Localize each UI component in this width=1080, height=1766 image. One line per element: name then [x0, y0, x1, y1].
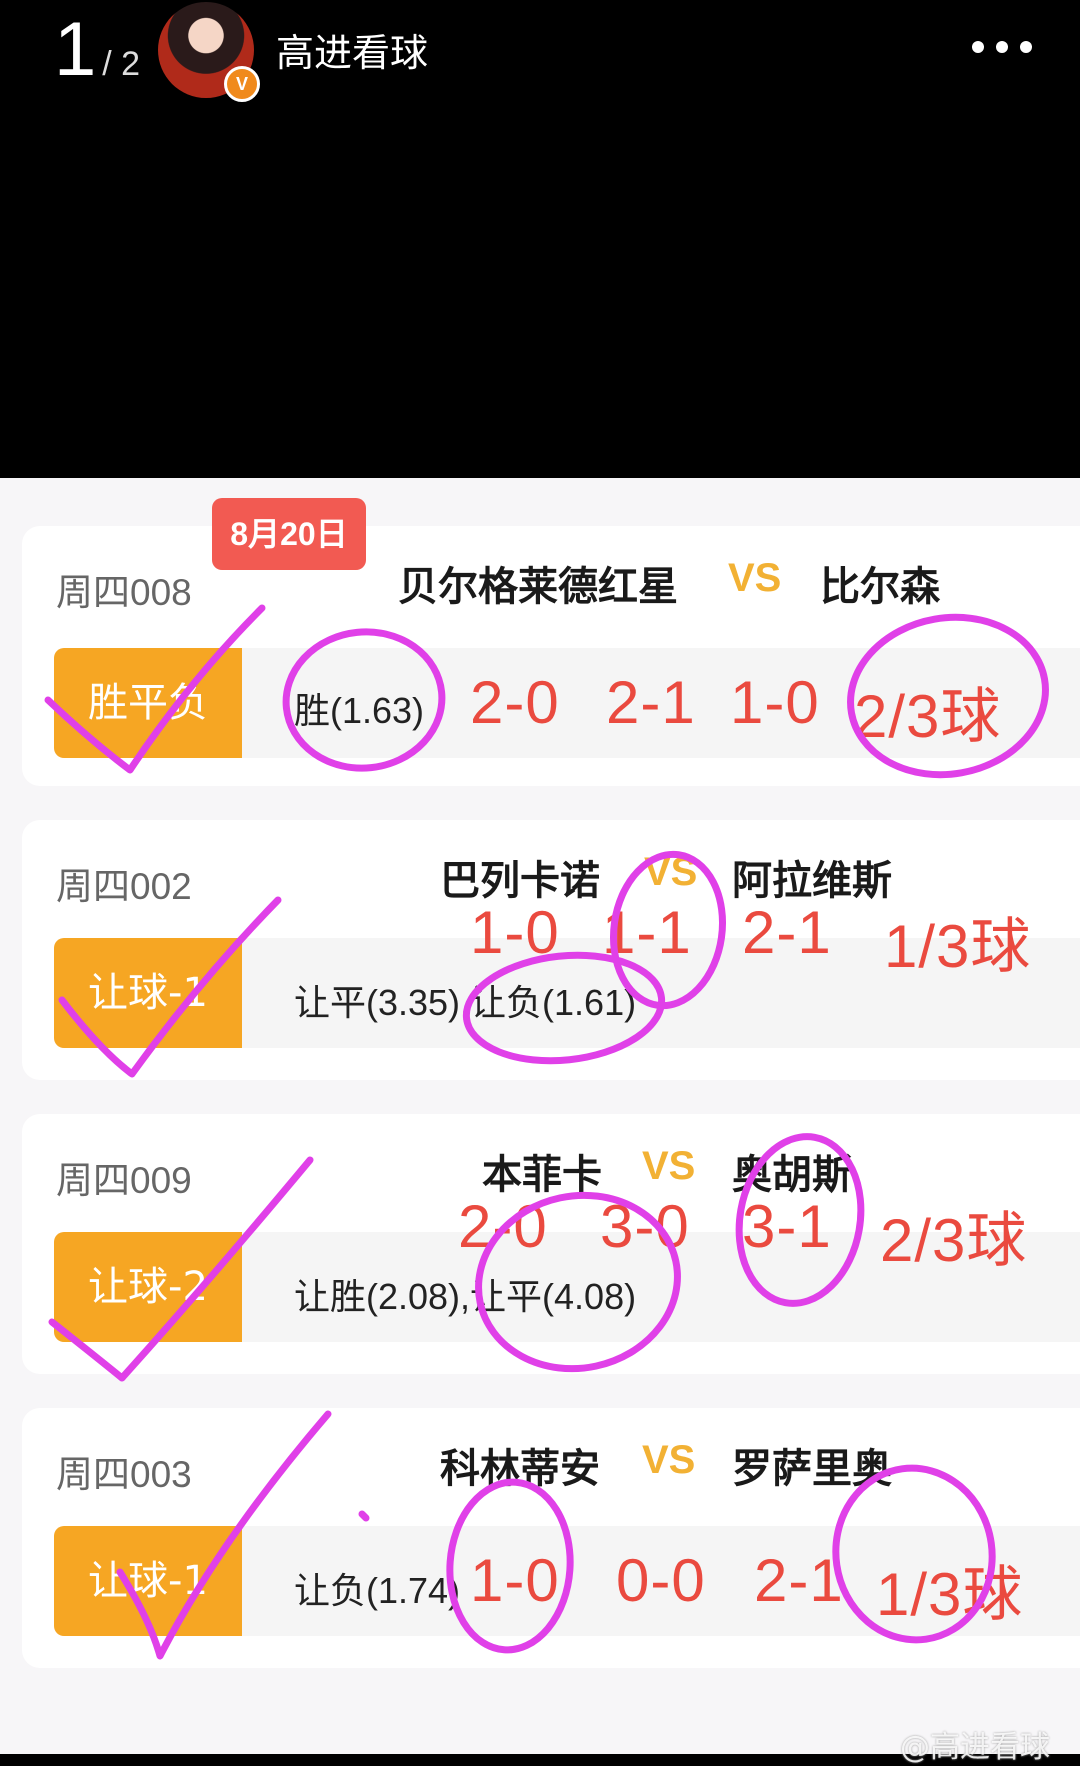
page-counter: 1/ 2: [54, 6, 140, 93]
score-prediction: 1-0: [470, 1547, 560, 1614]
goals-prediction: 2/3球: [854, 683, 1002, 750]
bet-selection: 胜(1.63): [294, 690, 425, 731]
score-prediction: 2-1: [606, 669, 696, 736]
verified-badge-icon: V: [224, 66, 260, 102]
bet-bar: 胜(1.63) 2-0 2-1 1-0 2/3球: [242, 648, 1080, 758]
score-prediction: 1-1: [602, 899, 692, 966]
match-code: 周四008: [56, 572, 192, 613]
match-card: 周四009 本菲卡 VS 奥胡斯 让球-2 让胜(2.08),让平(4.08) …: [22, 1114, 1080, 1374]
total-pages: / 2: [102, 45, 141, 83]
bet-selection: 让平(3.35),让负(1.61): [294, 982, 637, 1023]
vs-label: VS: [642, 1144, 696, 1188]
viewer-top-bar: 1/ 2 V 高进看球: [0, 0, 1080, 480]
username[interactable]: 高进看球: [276, 22, 428, 77]
vs-label: VS: [642, 1438, 696, 1482]
play-type-badge: 让球-1: [54, 938, 242, 1048]
score-prediction: 2-1: [742, 899, 832, 966]
match-code: 周四002: [56, 866, 192, 907]
score-prediction: 2-1: [754, 1547, 844, 1614]
play-type-badge: 胜平负: [54, 648, 242, 758]
match-code: 周四009: [56, 1160, 192, 1201]
match-card: 周四003 科林蒂安 VS 罗萨里奥 让球-1 让负(1.74) 1-0 0-0…: [22, 1408, 1080, 1668]
score-prediction: 2-0: [470, 669, 560, 736]
play-type-badge: 让球-1: [54, 1526, 242, 1636]
away-team: 比尔森: [820, 564, 940, 610]
bet-selection: 让胜(2.08),让平(4.08): [294, 1276, 637, 1317]
goals-prediction: 2/3球: [880, 1207, 1028, 1274]
home-team: 贝尔格莱德红星: [398, 564, 678, 610]
match-code: 周四003: [56, 1454, 192, 1495]
score-prediction: 0-0: [616, 1547, 706, 1614]
more-options-icon[interactable]: [972, 36, 1038, 58]
watermark: @高进看球: [900, 1730, 1050, 1765]
bet-slip-image: 周四008 贝尔格莱德红星 VS 比尔森 胜平负 胜(1.63) 2-0 2-1…: [0, 478, 1080, 1754]
date-tag: 8月20日: [212, 498, 366, 570]
bet-bar: 让负(1.74) 1-0 0-0 2-1 1/3球: [242, 1526, 1080, 1636]
score-prediction: 1-0: [730, 669, 820, 736]
play-type-badge: 让球-2: [54, 1232, 242, 1342]
vs-label: VS: [644, 850, 698, 894]
goals-prediction: 1/3球: [876, 1561, 1024, 1628]
home-team: 科林蒂安: [440, 1446, 600, 1492]
current-page-number: 1: [54, 7, 97, 92]
match-card: 周四008 贝尔格莱德红星 VS 比尔森 胜平负 胜(1.63) 2-0 2-1…: [22, 526, 1080, 786]
match-card: 周四002 巴列卡诺 VS 阿拉维斯 让球-1 让平(3.35),让负(1.61…: [22, 820, 1080, 1080]
score-prediction: 1-0: [470, 899, 560, 966]
goals-prediction: 1/3球: [884, 913, 1032, 980]
score-prediction: 3-1: [742, 1193, 832, 1260]
score-prediction: 2-0: [458, 1193, 548, 1260]
away-team: 罗萨里奥: [732, 1446, 892, 1492]
vs-label: VS: [728, 556, 782, 600]
score-prediction: 3-0: [600, 1193, 690, 1260]
bet-selection: 让负(1.74): [294, 1570, 461, 1611]
